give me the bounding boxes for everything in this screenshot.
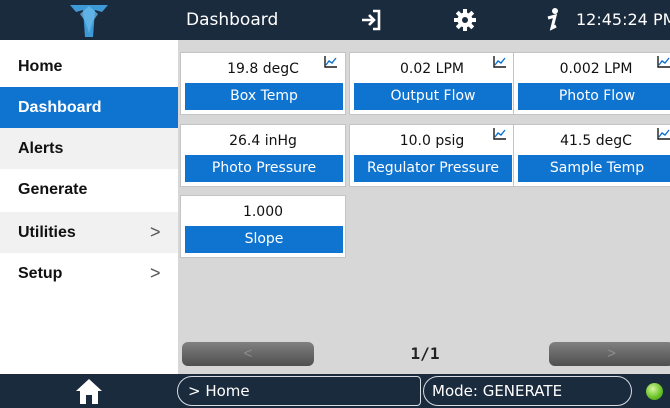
chart-icon[interactable] [657, 56, 670, 68]
sidebar-item-label: Alerts [18, 139, 64, 157]
tile-value: 41.5 degC [560, 133, 632, 149]
clock: 12:45:24 PM [576, 10, 670, 29]
tile-value: 19.8 degC [227, 61, 299, 77]
tile-label: Sample Temp [518, 155, 670, 182]
page-indicator: 1/1 [410, 344, 440, 363]
chevron-right-icon: > [150, 263, 161, 283]
tile-value: 10.0 psig [399, 133, 465, 149]
chart-icon[interactable] [493, 56, 506, 68]
sidebar-item-label: Home [18, 57, 63, 75]
info-button[interactable] [541, 0, 565, 40]
tile-label: Photo Pressure [185, 155, 343, 182]
logo-icon [0, 0, 178, 40]
sidebar: Home Dashboard Alerts Generate Utilities… [0, 40, 178, 374]
tile-label: Regulator Pressure [354, 155, 512, 182]
sidebar-item-setup[interactable]: Setup > [0, 253, 178, 294]
tile-label: Slope [185, 226, 343, 253]
info-icon [547, 8, 558, 31]
tile-value: 0.002 LPM [559, 61, 633, 77]
sidebar-item-alerts[interactable]: Alerts [0, 128, 178, 169]
tile-regulator-pressure[interactable]: 10.0 psig Regulator Pressure [349, 124, 515, 187]
chart-icon[interactable] [657, 128, 670, 140]
sidebar-item-utilities[interactable]: Utilities > [0, 212, 178, 253]
gear-icon [454, 9, 476, 31]
dashboard-panel: 19.8 degC Box Temp 0.02 LPM Output Flow … [178, 40, 670, 374]
tile-sample-temp[interactable]: 41.5 degC Sample Temp [513, 124, 670, 187]
exit-icon [362, 9, 381, 31]
top-bar: Dashboard 12:45:24 PM [0, 0, 670, 40]
exit-button[interactable] [355, 0, 387, 40]
bottom-bar: > Home Mode: GENERATE [0, 374, 670, 408]
chart-icon[interactable] [324, 56, 337, 68]
status-led-icon [646, 383, 663, 400]
sidebar-item-label: Generate [18, 180, 88, 198]
tile-value: 0.02 LPM [400, 61, 464, 77]
tile-value: 1.000 [242, 204, 284, 220]
chevron-right-icon: > [150, 222, 161, 242]
sidebar-item-label: Setup [18, 264, 63, 282]
sidebar-item-dashboard[interactable]: Dashboard [0, 87, 178, 128]
home-button[interactable] [0, 374, 178, 408]
tile-value: 26.4 inHg [229, 133, 297, 149]
chart-icon[interactable] [493, 128, 506, 140]
breadcrumb: > Home [177, 376, 421, 406]
tile-label: Output Flow [354, 83, 512, 110]
tile-label: Photo Flow [518, 83, 670, 110]
previous-page-button[interactable]: < [182, 342, 314, 366]
tile-box-temp[interactable]: 19.8 degC Box Temp [180, 52, 346, 115]
mode-indicator: Mode: GENERATE [423, 376, 632, 406]
tile-photo-flow[interactable]: 0.002 LPM Photo Flow [513, 52, 670, 115]
home-icon [76, 379, 102, 404]
sidebar-item-label: Dashboard [18, 98, 102, 116]
sidebar-item-generate[interactable]: Generate [0, 169, 178, 210]
tile-output-flow[interactable]: 0.02 LPM Output Flow [349, 52, 515, 115]
sidebar-item-label: Utilities [18, 223, 76, 241]
page-title: Dashboard [186, 10, 279, 30]
tile-slope[interactable]: 1.000 Slope [180, 195, 346, 258]
tile-label: Box Temp [185, 83, 343, 110]
sidebar-item-home[interactable]: Home [0, 46, 178, 87]
next-page-button[interactable]: > [549, 342, 670, 366]
settings-button[interactable] [448, 0, 482, 40]
tile-photo-pressure[interactable]: 26.4 inHg Photo Pressure [180, 124, 346, 187]
